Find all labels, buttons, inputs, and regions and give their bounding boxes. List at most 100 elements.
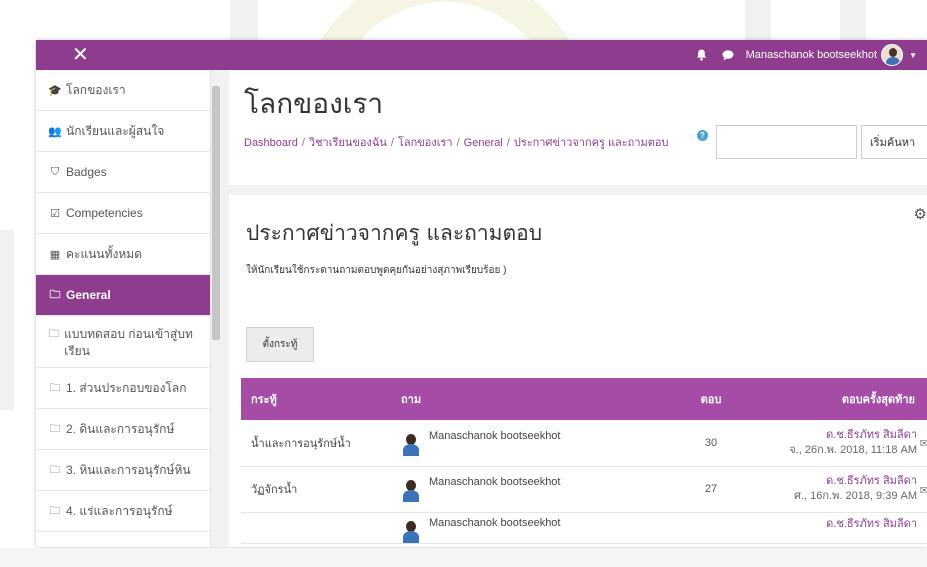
user-avatar[interactable] — [401, 520, 421, 543]
user-menu-name[interactable]: Manaschanok bootseekhot — [746, 49, 877, 61]
gear-icon[interactable]: ⚙ — [914, 205, 927, 223]
help-icon[interactable]: ? — [697, 130, 708, 141]
watermark-bar — [840, 0, 866, 42]
sidebar-item-label: โลกของเรา — [66, 82, 126, 97]
column-header-last-post[interactable]: ตอบครั้งสุดท้าย — [761, 378, 927, 420]
discussion-table: กระทู้ ถาม ตอบ ตอบครั้งสุดท้าย น้ำและการ… — [241, 378, 927, 544]
sidebar-item-competencies[interactable]: ☑ Competencies — [36, 193, 210, 234]
folder-icon: 🗀 — [49, 504, 61, 517]
avatar-body — [403, 443, 419, 456]
starter-cell: Manaschanok bootseekhot — [391, 512, 661, 544]
envelope-icon[interactable]: ✉ — [920, 484, 927, 499]
breadcrumb-separator: / — [301, 137, 305, 149]
sidebar-item-label: 4. แร่และการอนุรักษ์ — [66, 503, 173, 518]
breadcrumb-section[interactable]: General — [464, 137, 503, 149]
sidebar-item-label: General — [66, 288, 111, 302]
avatar-head — [889, 48, 898, 57]
discussion-topic-link[interactable]: วัฏจักรน้ำ — [241, 466, 391, 513]
forum-title: ประกาศข่าวจากครู และถามตอบ — [246, 221, 543, 245]
scrollbar-thumb[interactable] — [212, 86, 220, 340]
user-avatar[interactable] — [881, 44, 904, 66]
last-post-date-link[interactable]: ศ., 16ก.พ. 2018, 9:39 AM — [771, 489, 917, 504]
last-post-cell: ด.ช.ธีรภัทร สิมลีดา ศ., 16ก.พ. 2018, 9:3… — [761, 466, 927, 513]
sidebar-item-label: 3. หินและการอนุรักษ์หิน — [66, 462, 191, 477]
last-post-author-link[interactable]: ด.ช.ธีรภัทร สิมลีดา — [771, 428, 917, 443]
user-avatar[interactable] — [401, 480, 421, 502]
column-header-topic[interactable]: กระทู้ — [241, 378, 391, 420]
sidebar-item-label: คะแนนทั้งหมด — [66, 246, 142, 261]
folder-icon: 🗀 — [49, 422, 61, 435]
sidebar-item-section-4[interactable]: 🗀 4. แร่และการอนุรักษ์ — [36, 491, 210, 532]
discussion-topic-link[interactable]: น้ำและการอนุรักษ์น้ำ — [241, 420, 391, 467]
discussion-topic-link[interactable] — [241, 512, 391, 544]
users-icon: 👥 — [48, 125, 62, 138]
breadcrumb-my-courses[interactable]: วิชาเรียนของฉัน — [309, 137, 387, 149]
breadcrumb: Dashboard / วิชาเรียนของฉัน / โลกของเรา / Gene… — [244, 133, 669, 151]
last-post-author-link[interactable]: ด.ช.ธีรภัทร สิมลีดา — [771, 517, 917, 532]
bell-icon[interactable] — [694, 47, 710, 63]
table-header-row: กระทู้ ถาม ตอบ ตอบครั้งสุดท้าย — [241, 378, 927, 420]
forum-intro: ให้นักเรียนใช้กระดานถามตอบพูดคุยกันอย่าง… — [246, 265, 507, 276]
watermark-bar — [230, 0, 258, 42]
grid-icon: ▦ — [49, 248, 61, 261]
sidebar-scrollbar[interactable] — [211, 70, 221, 547]
search-button[interactable]: เริ่มค้นหา — [861, 125, 927, 159]
column-header-started-by[interactable]: ถาม — [391, 378, 661, 420]
page-title: โลกของเรา — [244, 87, 384, 120]
page-header: โลกของเรา Dashboard / วิชาเรียนของฉัน / โลกข… — [229, 70, 927, 185]
avatar-head — [406, 520, 416, 532]
shield-icon: ⛉ — [50, 165, 60, 178]
chat-bubble-icon[interactable] — [720, 47, 736, 63]
sidebar-item-section-2[interactable]: 🗀 2. ดินและการอนุรักษ์ — [36, 409, 210, 450]
table-row: วัฏจักรน้ำ Manaschanok bootseekhot 27 ด.… — [241, 466, 927, 513]
close-drawer-icon[interactable]: ✕ — [72, 45, 89, 65]
sidebar-item-grades[interactable]: ▦ คะแนนทั้งหมด — [36, 234, 210, 275]
table-row: น้ำและการอนุรักษ์น้ำ Manaschanok bootsee… — [241, 420, 927, 467]
starter-name-link[interactable]: Manaschanok bootseekhot — [429, 517, 560, 529]
breadcrumb-separator: / — [506, 137, 510, 149]
chevron-down-icon[interactable]: ▼ — [909, 51, 917, 60]
reply-count[interactable]: 27 — [661, 466, 761, 513]
folder-icon: 🗀 — [49, 381, 61, 394]
course-nav-drawer: 🎓 โลกของเรา 👥 นักเรียนและผู้สนใจ ⛉ Badge… — [36, 70, 211, 547]
starter-name-link[interactable]: Manaschanok bootseekhot — [429, 430, 560, 442]
last-post-cell: ด.ช.ธีรภัทร สิมลีดา — [761, 512, 927, 544]
breadcrumb-dashboard[interactable]: Dashboard — [244, 137, 298, 149]
sidebar-item-section-1[interactable]: 🗀 1. ส่วนประกอบของโลก — [36, 368, 210, 409]
forum-search-input[interactable] — [716, 125, 857, 159]
graduation-cap-icon: 🎓 — [48, 84, 62, 97]
breadcrumb-separator: / — [390, 137, 394, 149]
table-row: Manaschanok bootseekhot ด.ช.ธีรภัทร สิมล… — [241, 512, 927, 544]
user-avatar[interactable] — [401, 433, 421, 456]
reply-count[interactable]: 30 — [661, 420, 761, 467]
starter-cell: Manaschanok bootseekhot — [391, 420, 661, 467]
last-post-date-link[interactable]: จ., 26ก.พ. 2018, 11:18 AM — [771, 443, 917, 458]
starter-name-link[interactable]: Manaschanok bootseekhot — [429, 476, 560, 488]
sidebar-item-badges[interactable]: ⛉ Badges — [36, 152, 210, 193]
envelope-icon[interactable]: ✉ — [920, 437, 927, 452]
sidebar-item-label: 1. ส่วนประกอบของโลก — [66, 380, 187, 395]
top-navbar: ✕ Manaschanok bootseekhot ▼ — [36, 40, 927, 70]
watermark-bar — [0, 230, 14, 410]
avatar-body — [886, 57, 901, 65]
sidebar-item-course-home[interactable]: 🎓 โลกของเรา — [36, 70, 210, 111]
checkbox-icon: ☑ — [50, 207, 60, 220]
breadcrumb-forum[interactable]: ประกาศข่าวจากครู และถามตอบ — [514, 137, 669, 149]
last-post-author-link[interactable]: ด.ช.ธีรภัทร สิมลีดา — [771, 474, 917, 489]
sidebar-item-section-3[interactable]: 🗀 3. หินและการอนุรักษ์หิน — [36, 450, 210, 491]
sidebar-item-general[interactable]: 🗀 General — [36, 275, 210, 316]
bottom-strip — [0, 548, 927, 567]
forum-content: ⚙ ประกาศข่าวจากครู และถามตอบ ให้นักเรียน… — [229, 195, 927, 547]
reply-count[interactable] — [661, 512, 761, 544]
folder-icon: 🗀 — [49, 288, 61, 301]
breadcrumb-course[interactable]: โลกของเรา — [398, 137, 453, 149]
add-discussion-button[interactable]: ตั้งกระทู้ — [246, 327, 314, 362]
column-header-replies[interactable]: ตอบ — [661, 378, 761, 420]
sidebar-item-participants[interactable]: 👥 นักเรียนและผู้สนใจ — [36, 111, 210, 152]
sidebar-item-label: แบบทดสอบ ก่อนเข้าสู่บทเรียน — [64, 327, 193, 358]
last-post-cell: ด.ช.ธีรภัทร สิมลีดา จ., 26ก.พ. 2018, 11:… — [761, 420, 927, 467]
main-region: โลกของเรา Dashboard / วิชาเรียนของฉัน / โลกข… — [221, 70, 927, 547]
sidebar-item-label: 2. ดินและการอนุรักษ์ — [66, 421, 175, 436]
watermark-bar — [745, 0, 771, 42]
sidebar-item-pretest[interactable]: 🗀 แบบทดสอบ ก่อนเข้าสู่บทเรียน — [36, 316, 210, 368]
